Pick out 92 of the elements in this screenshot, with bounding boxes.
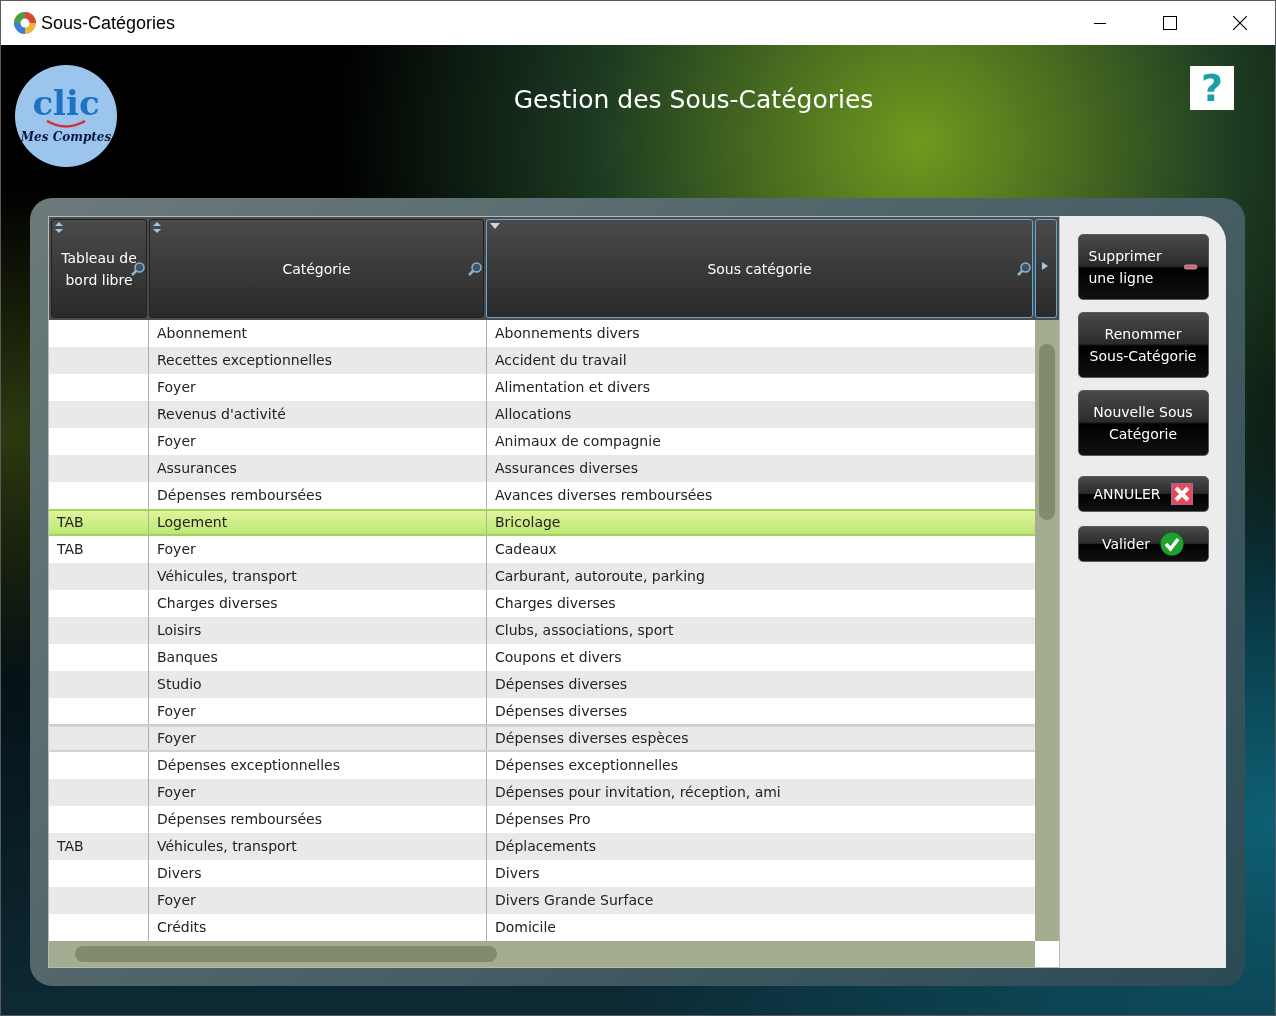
table-cell-text: Dépenses diverses	[495, 675, 628, 694]
horizontal-scrollbar[interactable]	[49, 941, 1035, 967]
close-icon	[1170, 483, 1193, 505]
table-cell-text: Abonnements divers	[495, 324, 640, 343]
logo-word: clic	[32, 86, 100, 120]
smile-icon	[46, 120, 86, 128]
table-cell-text: Studio	[157, 675, 202, 694]
table-cell-text: Avances diverses remboursées	[495, 486, 713, 505]
table-row[interactable]: TAB Logement Bricolage	[49, 509, 1035, 536]
table-cell-text: Assurances	[157, 459, 237, 478]
table-row[interactable]: Foyer Dépenses pour invitation, réception, ami	[49, 779, 1035, 806]
table-cell-text: Charges diverses	[495, 594, 616, 613]
table-cell-text: Foyer	[157, 540, 196, 559]
table-cell-text: Divers	[157, 864, 202, 883]
column-header[interactable]: Catégorie	[149, 219, 484, 318]
minimize-icon	[1094, 22, 1106, 24]
table-cell-text: Dépenses remboursées	[157, 486, 322, 505]
table-row[interactable]: TAB Véhicules, transport Déplacements	[49, 833, 1035, 860]
table-cell-text: Foyer	[157, 729, 196, 748]
table-cell-text: Dépenses remboursées	[157, 810, 322, 829]
minus-icon	[1184, 263, 1198, 271]
table-cell-text: TAB	[57, 540, 84, 559]
logo-tagline: Mes Comptes	[20, 129, 112, 146]
table-cell-text: Véhicules, transport	[157, 837, 297, 856]
maximize-icon	[1163, 16, 1177, 30]
table-row[interactable]: Revenus d'activité Allocations	[49, 401, 1035, 428]
action-button[interactable]: Renommer Sous-Catégorie	[1077, 312, 1209, 378]
scrollbar-thumb[interactable]	[75, 946, 497, 962]
scrollbar-thumb[interactable]	[1039, 344, 1055, 520]
search-icon[interactable]	[468, 262, 482, 276]
table-cell-text: Véhicules, transport	[157, 567, 297, 586]
table-cell-text: Foyer	[157, 432, 196, 451]
table-cell-text: Carburant, autoroute, parking	[495, 567, 705, 586]
table-cell-text: Dépenses exceptionnelles	[157, 756, 340, 775]
scroll-right-icon[interactable]	[1042, 262, 1048, 270]
search-icon[interactable]	[1017, 262, 1031, 276]
search-icon[interactable]	[131, 262, 145, 276]
sort-down-icon	[490, 223, 500, 229]
table-cell-text: Coupons et divers	[495, 648, 622, 667]
table-row[interactable]: Recettes exceptionnelles Accident du travail	[49, 347, 1035, 374]
table-cell-text: Clubs, associations, sport	[495, 621, 674, 640]
table-cell-text: Banques	[157, 648, 218, 667]
table-cell-text: Foyer	[157, 891, 196, 910]
sort-arrows-icon	[153, 222, 161, 233]
table-cell-text: Foyer	[157, 783, 196, 802]
table-row[interactable]: Foyer Dépenses diverses	[49, 698, 1035, 725]
table-cell-text: Allocations	[495, 405, 572, 424]
action-button[interactable]: Valider	[1077, 526, 1209, 562]
action-button[interactable]: Nouvelle Sous Catégorie	[1077, 390, 1209, 456]
table-cell-text: Alimentation et divers	[495, 378, 651, 397]
table-cell-text: Déplacements	[495, 837, 596, 856]
app-icon	[13, 11, 37, 35]
table-cell-text: TAB	[57, 513, 84, 532]
table-cell-text: Crédits	[157, 918, 207, 937]
table-cell-text: Recettes exceptionnelles	[157, 351, 332, 370]
sort-arrows-icon	[55, 222, 63, 233]
table-cell-text: Dépenses pour invitation, réception, ami	[495, 783, 781, 802]
table-cell-text: Accident du travail	[495, 351, 627, 370]
table-cell-text: Bricolage	[495, 513, 561, 532]
table-cell-text: Charges diverses	[157, 594, 278, 613]
action-button[interactable]: ANNULER	[1077, 476, 1209, 512]
window-title: Sous-Catégories	[41, 11, 176, 35]
table-cell-text: Dépenses Pro	[495, 810, 591, 829]
table-cell-text: Animaux de compagnie	[495, 432, 661, 451]
table-row[interactable]: Studio Dépenses diverses	[49, 671, 1035, 698]
vertical-scrollbar[interactable]	[1035, 320, 1059, 941]
table-cell-text: Assurances diverses	[495, 459, 638, 478]
table-row[interactable]: Foyer Divers Grande Surface	[49, 887, 1035, 914]
table-cell-text: Dépenses diverses espèces	[495, 729, 689, 748]
table-cell-text: Dépenses exceptionnelles	[495, 756, 678, 775]
table-cell-text: Domicile	[495, 918, 556, 937]
column-header[interactable]: Tableau de bord libre	[51, 219, 147, 318]
check-icon	[1160, 532, 1185, 556]
table-cell-text: Loisirs	[157, 621, 202, 640]
table-cell-text: Cadeaux	[495, 540, 557, 559]
table-cell-text: Logement	[157, 513, 228, 532]
table-cell-text: TAB	[57, 837, 84, 856]
table-row[interactable]: Loisirs Clubs, associations, sport	[49, 617, 1035, 644]
page-heading: Gestion des Sous-Catégories	[512, 84, 875, 116]
table-cell-text: Foyer	[157, 378, 196, 397]
table-cell-text: Divers	[495, 864, 540, 883]
table-cell-text: Foyer	[157, 702, 196, 721]
column-header[interactable]: Sous catégorie	[486, 219, 1033, 318]
table-row[interactable]: Assurances Assurances diverses	[49, 455, 1035, 482]
table-row[interactable]: Foyer Dépenses diverses espèces	[49, 725, 1035, 752]
table-cell-text: Revenus d'activité	[157, 405, 286, 424]
table-row[interactable]: Véhicules, transport Carburant, autoroute, parking	[49, 563, 1035, 590]
close-icon	[1233, 16, 1247, 30]
table-cell-text: Divers Grande Surface	[495, 891, 654, 910]
action-button[interactable]: Supprimer une ligne	[1077, 234, 1209, 300]
table-cell-text: Abonnement	[157, 324, 247, 343]
table-cell-text: Dépenses diverses	[495, 702, 628, 721]
